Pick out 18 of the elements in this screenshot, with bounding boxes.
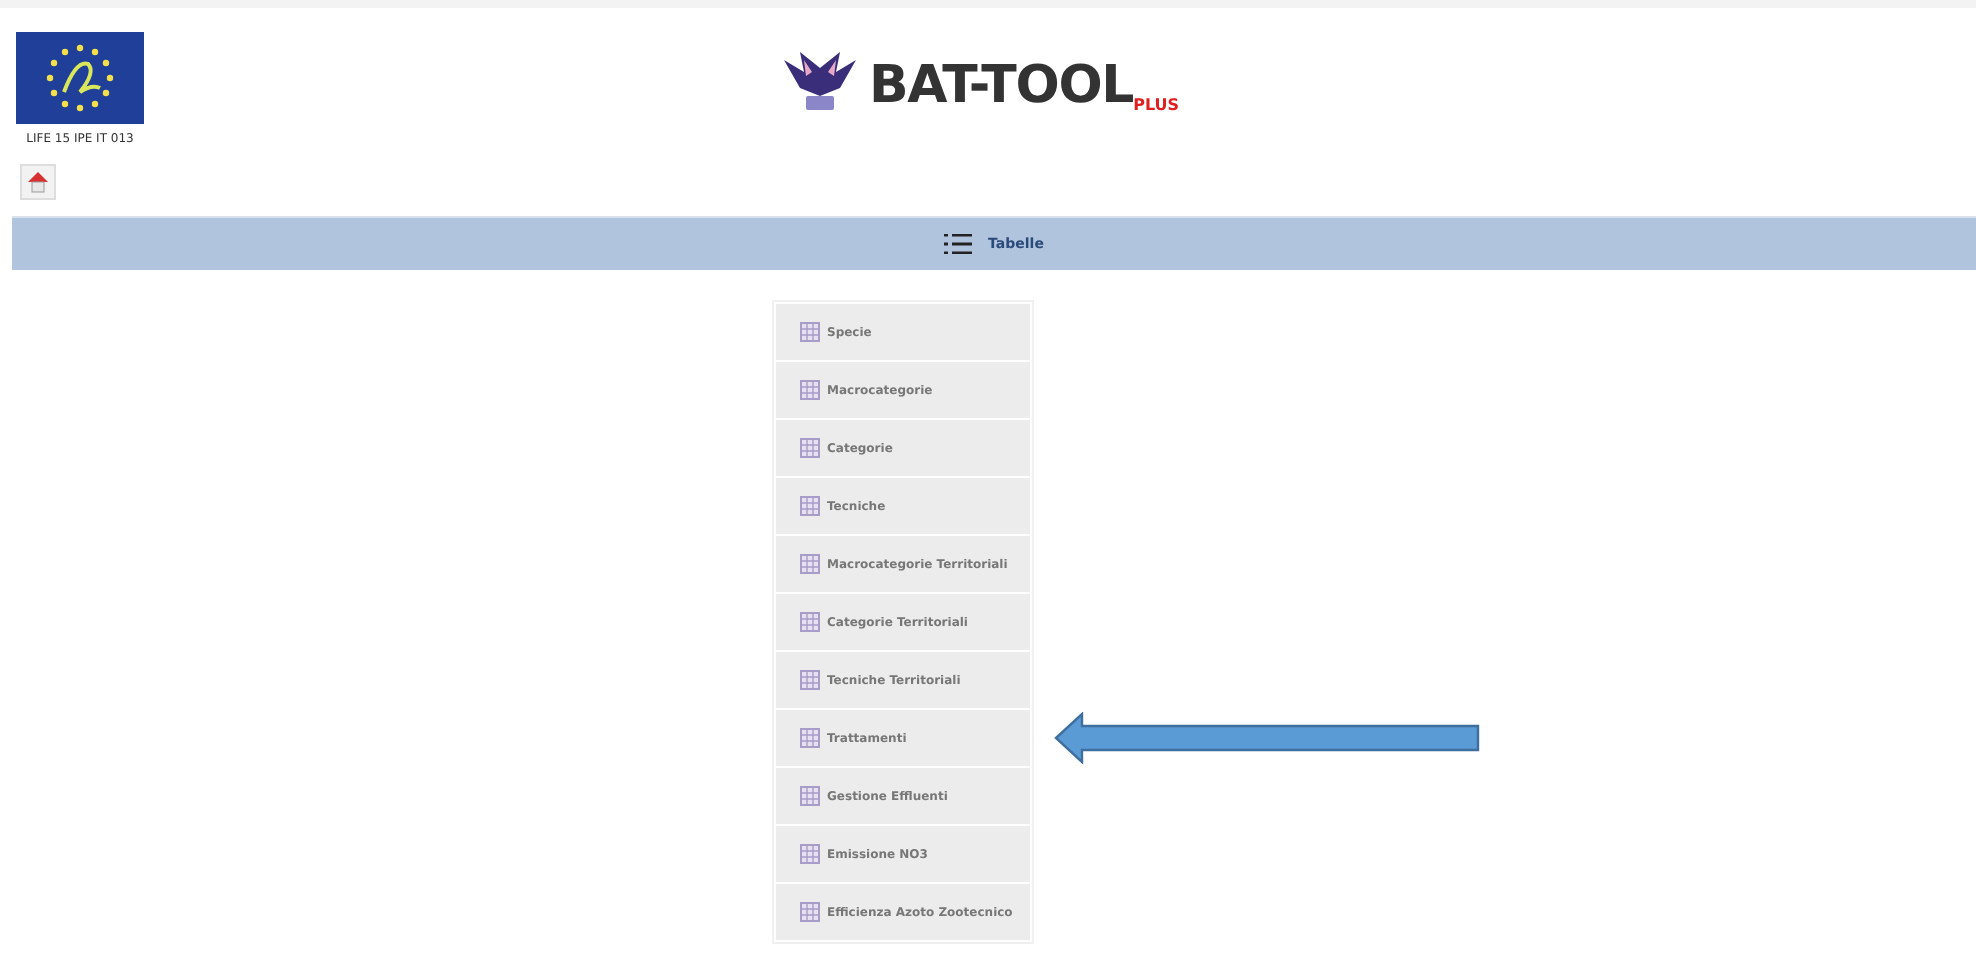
table-icon <box>799 728 819 748</box>
home-icon <box>26 170 50 194</box>
logo-suffix: PLUS <box>1133 94 1180 118</box>
table-icon <box>799 380 819 400</box>
list-icon <box>944 234 973 254</box>
table-icon <box>799 438 819 458</box>
table-icon <box>799 786 819 806</box>
table-icon <box>799 612 819 632</box>
table-icon <box>799 496 819 516</box>
table-icon <box>799 554 819 574</box>
table-icon <box>799 322 819 342</box>
table-icon <box>799 844 819 864</box>
bat-icon <box>780 48 861 112</box>
flag-logo <box>16 32 144 124</box>
table-icon <box>799 670 819 690</box>
logo-title: BAT-TOOL <box>868 60 1134 112</box>
table-icon <box>799 902 819 922</box>
home-button[interactable] <box>20 164 56 200</box>
